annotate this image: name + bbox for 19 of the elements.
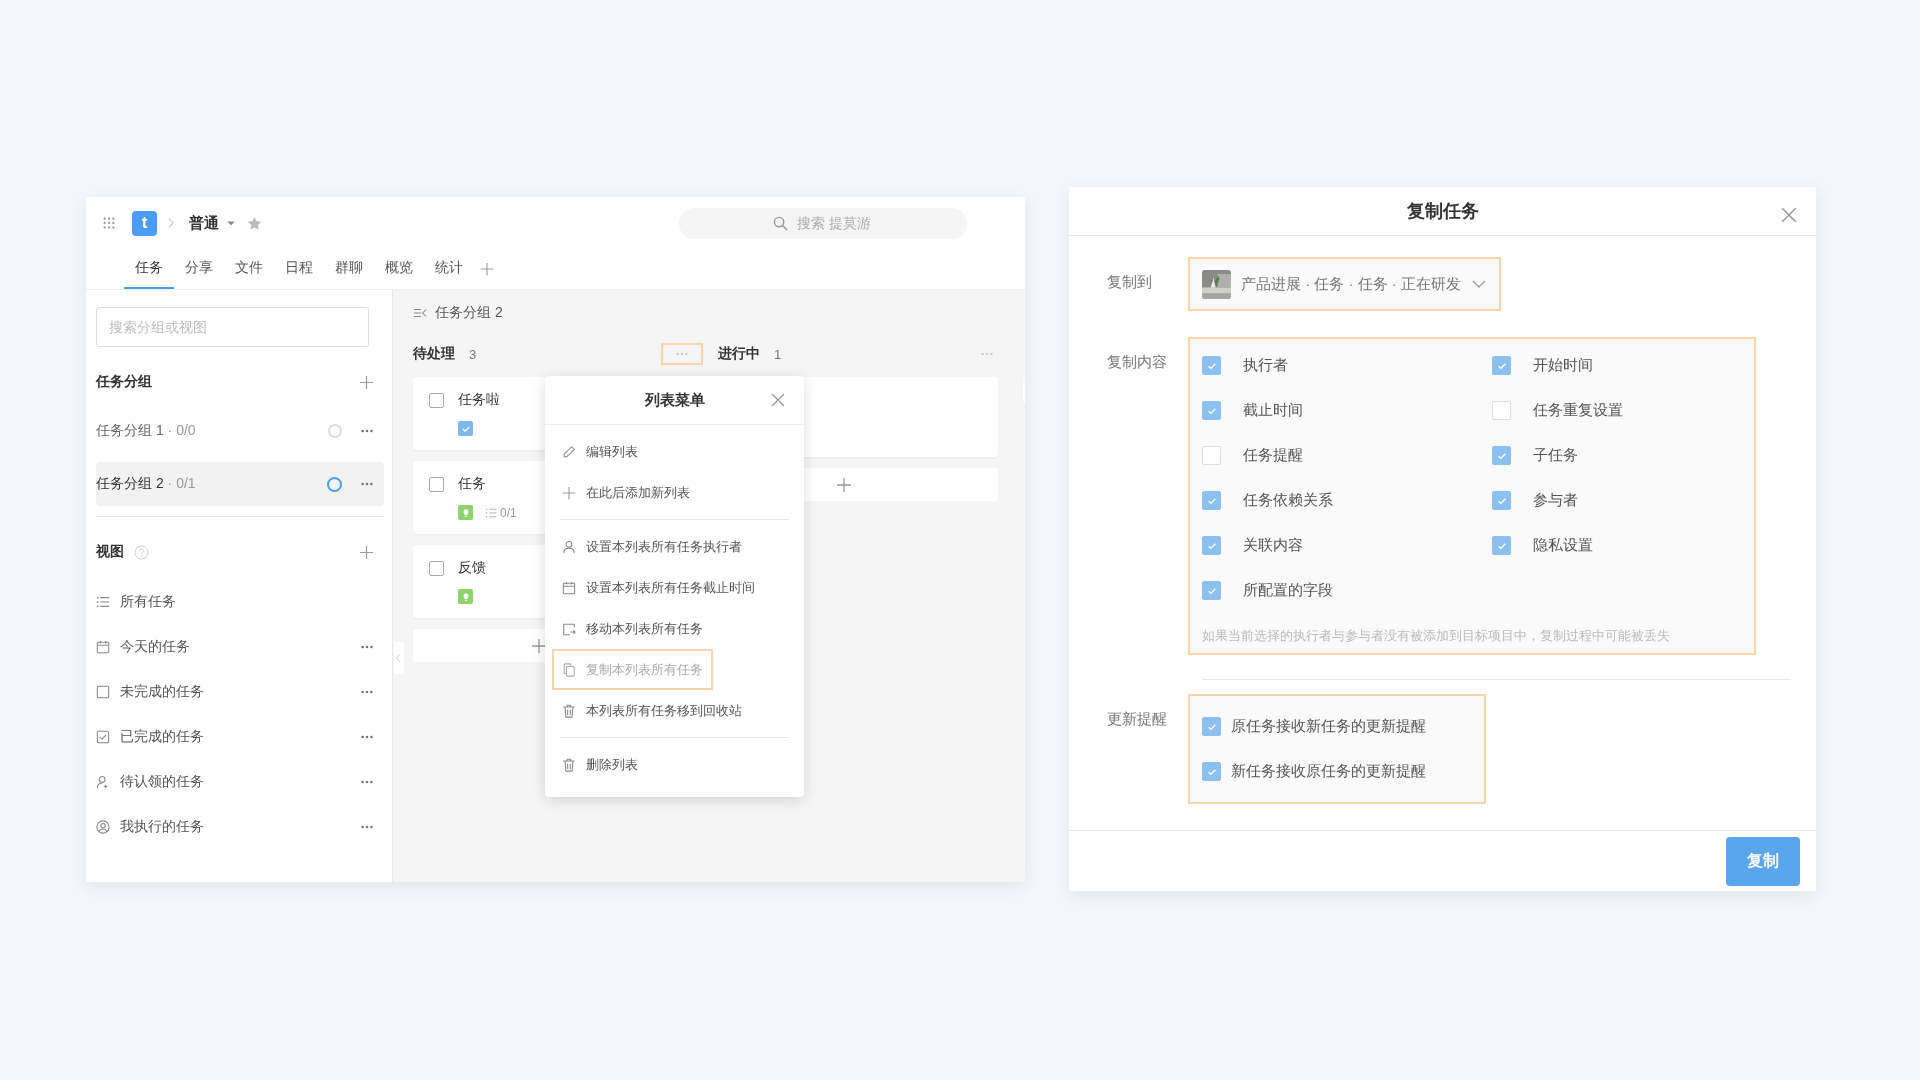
group-label: 任务分组 2 · 0/1 [96, 475, 197, 493]
breadcrumb: 任务分组 2 [435, 304, 503, 322]
column-count: 3 [469, 346, 477, 362]
task-title: 任务 [458, 475, 486, 493]
task-title: 任务啦 [458, 391, 500, 409]
column-title: 待处理 [413, 345, 455, 363]
menu-title: 列表菜单 [644, 390, 705, 410]
field-label: 复制到 [1107, 272, 1153, 293]
dialog-title: 复制任务 [1406, 200, 1479, 224]
section-title: 任务分组 [96, 373, 152, 391]
hint-text: 如果当前选择的执行者与参与者没有被添加到目标项目中，复制过程中可能被丢失 [1202, 627, 1671, 646]
section-title: 视图 [96, 543, 124, 561]
subtask-count: 0/1 [500, 505, 517, 520]
field-label: 更新提醒 [1107, 709, 1168, 730]
field-label: 复制内容 [1107, 352, 1168, 373]
group-label: 任务分组 1 · 0/0 [96, 422, 197, 440]
task-title: 反馈 [458, 559, 486, 577]
column-count: 1 [774, 346, 782, 362]
column-title: 进行中 [718, 345, 760, 363]
